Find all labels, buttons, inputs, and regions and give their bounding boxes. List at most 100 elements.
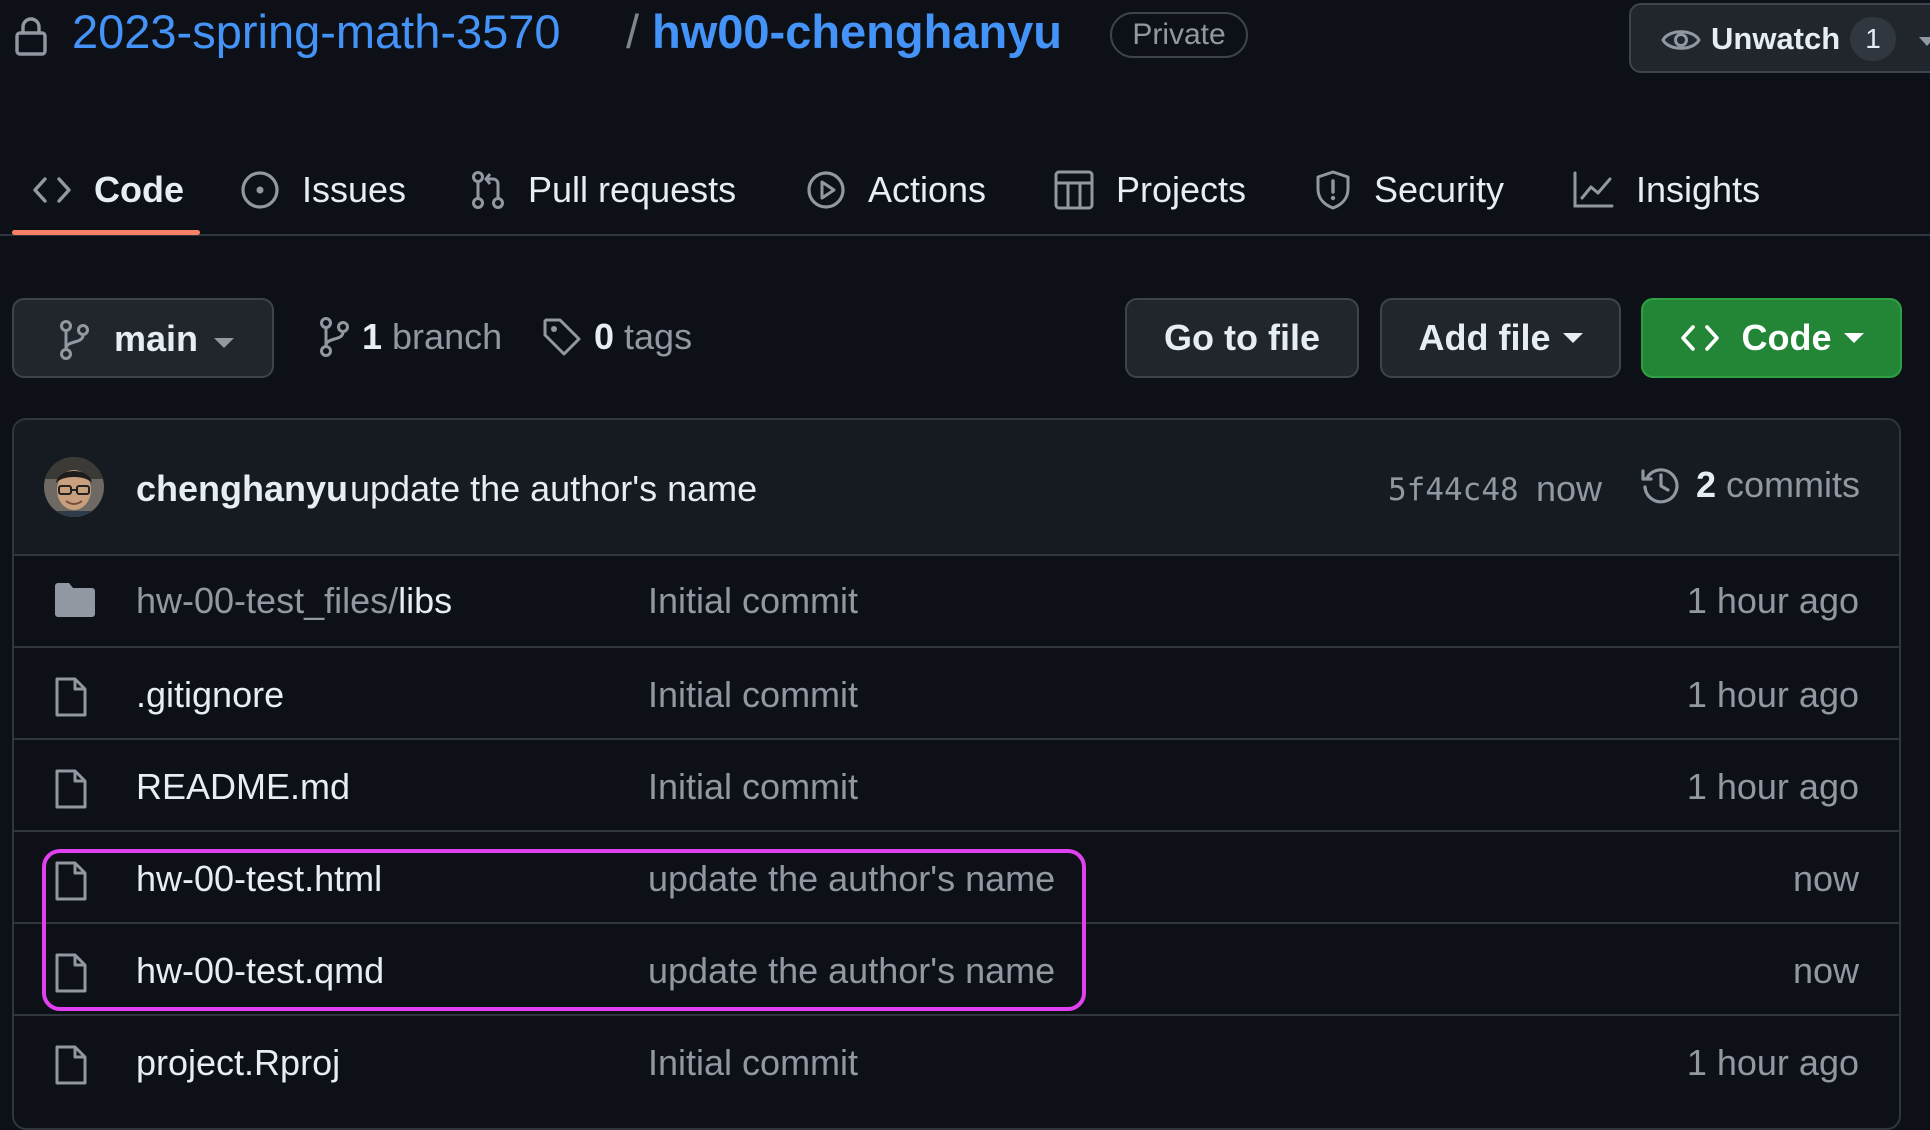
file-name: libs [398,580,453,621]
commit-label: commits [1726,464,1861,505]
avatar[interactable] [44,457,104,517]
file-row[interactable]: hw-00-test.html update the author's name… [14,830,1899,922]
eye-icon [1661,25,1701,55]
tab-label: Actions [868,169,987,210]
file-icon [54,860,88,902]
tab-projects[interactable]: Projects [1054,160,1246,220]
commit-time: now [1536,468,1603,509]
file-name-link[interactable]: hw-00-test_files/libs [136,580,452,622]
file-commit-message[interactable]: Initial commit [648,580,858,622]
tab-pull-requests[interactable]: Pull requests [470,160,736,220]
file-age: 1 hour ago [1686,766,1859,807]
repo-name-link[interactable]: hw00-chenghanyu [652,4,1062,59]
file-icon [54,952,88,994]
file-name: .gitignore [136,674,285,715]
unwatch-button[interactable]: Unwatch 1 [1629,3,1930,73]
chevron-down-icon [1843,332,1864,344]
branch-select-button[interactable]: main [12,298,274,378]
commit-count: 2 [1696,464,1717,505]
tag-label: tags [624,316,693,357]
history-icon [1640,464,1682,506]
file-icon [54,768,88,810]
branch-label: branch [392,316,503,357]
code-dropdown-button[interactable]: Code [1641,298,1902,378]
git-branch-icon [318,317,350,357]
file-age: 1 hour ago [1686,1042,1859,1083]
code-icon [32,176,72,204]
tab-label: Security [1374,169,1505,210]
file-name: hw-00-test.html [136,858,383,899]
repo-tabs: Code Issues Pull requests Actions Projec… [0,140,1930,236]
pull-request-icon [470,170,506,210]
tab-label: Pull requests [528,169,737,210]
tag-count: 0 [594,316,615,357]
commit-sha-link[interactable]: 5f44c48 [1388,472,1519,508]
file-age: now [1792,858,1859,899]
git-branch-icon [58,320,90,360]
unwatch-label: Unwatch [1711,21,1841,56]
tags-link[interactable]: 0 tags [542,316,692,358]
table-icon [1054,170,1094,210]
file-row[interactable]: hw-00-test.qmd update the author's name … [14,922,1899,1014]
file-name: project.Rproj [136,1042,341,1083]
code-button-label: Code [1741,317,1832,358]
branches-link[interactable]: 1 branch [318,316,502,358]
file-name-link[interactable]: hw-00-test.html [136,858,382,900]
branch-count: 1 [362,316,383,357]
tab-issues[interactable]: Issues [240,160,406,220]
path-separator: / [626,5,640,58]
file-commit-message[interactable]: update the author's name [648,950,1055,992]
file-row[interactable]: hw-00-test_files/libs Initial commit 1 h… [14,554,1899,646]
file-name: README.md [136,766,351,807]
tab-label: Issues [302,169,407,210]
file-name-link[interactable]: hw-00-test.qmd [136,950,384,992]
folder-icon [54,582,96,618]
commit-message-link[interactable]: update the author's name [350,468,757,510]
tab-security[interactable]: Security [1314,160,1504,220]
file-commit-message[interactable]: Initial commit [648,674,858,716]
tab-insights[interactable]: Insights [1572,160,1760,220]
tab-code[interactable]: Code [32,160,184,220]
add-file-button[interactable]: Add file [1380,298,1621,378]
chevron-down-icon [1919,37,1930,47]
go-to-file-label: Go to file [1164,317,1320,358]
tab-label: Code [94,169,184,210]
tag-icon [542,317,582,357]
go-to-file-button[interactable]: Go to file [1125,298,1359,378]
code-icon [1680,324,1720,352]
file-name-link[interactable]: .gitignore [136,674,284,716]
lock-icon [14,16,48,56]
file-name: hw-00-test.qmd [136,950,385,991]
chevron-down-icon [1562,332,1583,344]
active-tab-indicator [12,230,200,235]
tabs-divider [0,234,1930,236]
file-browser: chenghanyu update the author's name 5f44… [12,418,1901,1130]
play-icon [806,170,846,210]
file-row[interactable]: project.Rproj Initial commit 1 hour ago [14,1014,1899,1106]
add-file-label: Add file [1418,317,1551,358]
issue-icon [240,170,280,210]
file-name-link[interactable]: project.Rproj [136,1042,340,1084]
commit-author-link[interactable]: chenghanyu [136,468,348,510]
file-name-link[interactable]: README.md [136,766,350,808]
commits-history-link[interactable]: 2 commits [1640,464,1860,506]
tab-label: Insights [1636,169,1761,210]
file-row[interactable]: README.md Initial commit 1 hour ago [14,738,1899,830]
branch-name: main [114,318,199,359]
file-age: 1 hour ago [1686,580,1859,621]
file-commit-message[interactable]: Initial commit [648,766,858,808]
file-icon [54,676,88,718]
file-path-prefix: hw-00-test_files/ [136,580,399,621]
file-icon [54,1044,88,1086]
chevron-down-icon [214,338,234,349]
file-age: now [1792,950,1859,991]
tab-label: Projects [1116,169,1247,210]
watch-count: 1 [1850,17,1896,61]
file-commit-message[interactable]: update the author's name [648,858,1055,900]
repo-owner-link[interactable]: 2023-spring-math-3570 [72,4,561,59]
file-commit-message[interactable]: Initial commit [648,1042,858,1084]
tab-actions[interactable]: Actions [806,160,986,220]
repo-header: 2023-spring-math-3570 / hw00-chenghanyu … [0,0,1930,80]
file-row[interactable]: .gitignore Initial commit 1 hour ago [14,646,1899,738]
visibility-badge: Private [1110,12,1248,58]
